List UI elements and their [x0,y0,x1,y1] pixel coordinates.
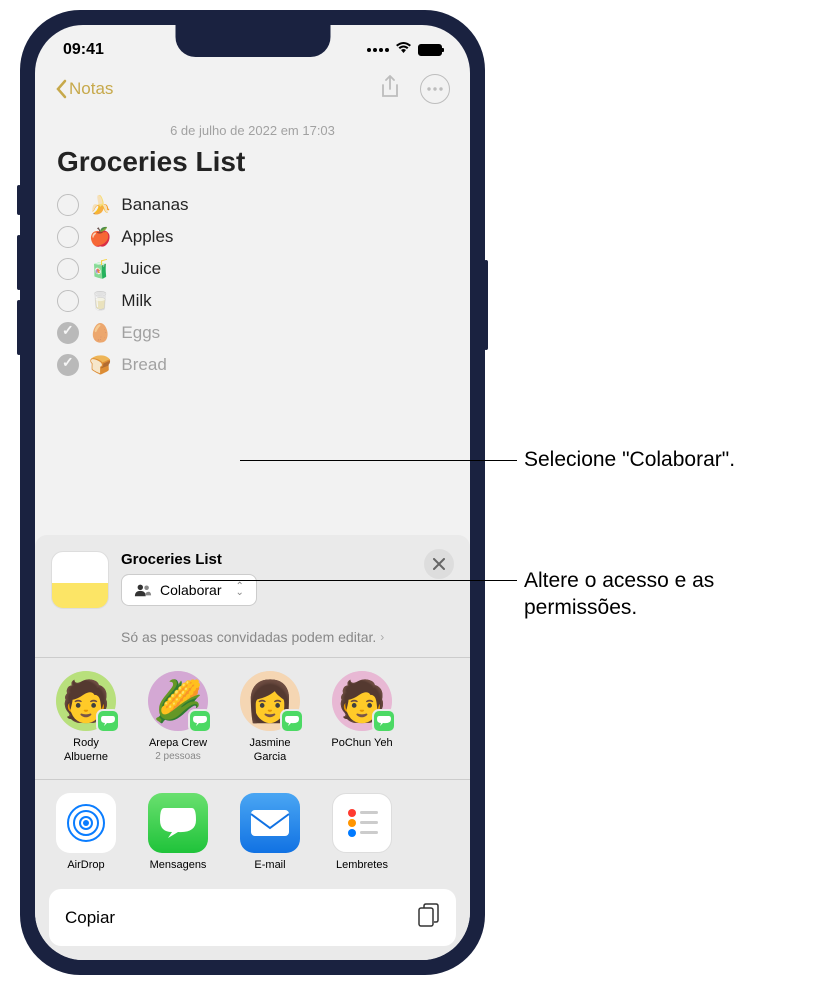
airdrop-icon [56,793,116,853]
app-label: AirDrop [67,859,104,871]
note-body: 6 de julho de 2022 em 17:03 Groceries Li… [35,111,470,394]
copy-icon [418,903,440,932]
callout-line [240,460,285,461]
people-row: 🧑 Rody Albuerne 🌽 Arepa Crew 2 pessoas 👩… [35,657,470,779]
contact-name: Rody Albuerne [51,737,121,765]
mail-icon [240,793,300,853]
wifi-icon [395,41,412,59]
item-text: Apples [121,227,173,247]
messages-badge-icon [96,709,120,733]
item-text: Bread [121,355,166,375]
checkbox[interactable] [57,258,79,280]
close-button[interactable] [424,549,454,579]
phone-frame: 09:41 Notas [20,10,485,975]
contact-name: PoChun Yeh [331,737,392,751]
chevron-right-icon: › [380,630,384,644]
power-button[interactable] [484,260,488,350]
callout-line [200,580,517,581]
note-date: 6 de julho de 2022 em 17:03 [57,123,448,138]
messages-badge-icon [188,709,212,733]
share-sheet: Groceries List Colaborar ⌃⌄ Só as pessoa… [35,535,470,961]
callout-collaborate: Selecione "Colaborar". [524,446,735,473]
item-emoji: 🍌 [89,195,111,216]
item-text: Bananas [121,195,188,215]
chevron-left-icon [55,79,67,99]
collaborate-selector[interactable]: Colaborar ⌃⌄ [121,574,257,606]
messages-icon [148,793,208,853]
item-emoji: 🥚 [89,323,111,344]
access-permissions-link[interactable]: Só as pessoas convidadas podem editar. › [35,621,470,657]
messages-badge-icon [280,709,304,733]
chevron-updown-icon: ⌃⌄ [235,584,243,596]
contact-sub: 2 pessoas [155,751,201,762]
screen: 09:41 Notas [35,25,470,960]
reminders-icon [332,793,392,853]
checkbox[interactable] [57,226,79,248]
share-app-mail[interactable]: E-mail [235,793,305,871]
notch [175,25,330,57]
checklist-item[interactable]: 🥚 Eggs [57,322,448,344]
share-contact[interactable]: 🌽 Arepa Crew 2 pessoas [143,671,213,765]
app-label: E-mail [254,859,285,871]
avatar: 🧑 [56,671,116,731]
item-emoji: 🍎 [89,227,111,248]
avatar: 🌽 [148,671,208,731]
share-title: Groceries List [121,551,454,568]
contact-name: Arepa Crew [149,737,207,751]
checklist-item[interactable]: 🍎 Apples [57,226,448,248]
share-contact[interactable]: 🧑 Rody Albuerne [51,671,121,765]
share-contact[interactable]: 👩 Jasmine Garcia [235,671,305,765]
item-emoji: 🍞 [89,355,111,376]
volume-up[interactable] [17,235,21,290]
item-text: Milk [121,291,151,311]
share-app-reminders[interactable]: Lembretes [327,793,397,871]
back-button[interactable]: Notas [55,79,113,99]
close-icon [433,558,445,570]
item-text: Eggs [121,323,160,343]
checkbox[interactable] [57,322,79,344]
collab-label: Colaborar [160,582,221,598]
note-title: Groceries List [57,146,448,178]
apps-row: AirDrop Mensagens E-mail Lembretes [35,779,470,889]
item-emoji: 🧃 [89,259,111,280]
battery-icon [418,44,442,56]
checklist-item[interactable]: 🥛 Milk [57,290,448,312]
checklist-item[interactable]: 🍌 Bananas [57,194,448,216]
checklist-item[interactable]: 🍞 Bread [57,354,448,376]
notes-app-icon [51,551,109,609]
app-label: Lembretes [336,859,388,871]
signal-icon [367,48,389,52]
back-label: Notas [69,79,113,99]
messages-badge-icon [372,709,396,733]
item-emoji: 🥛 [89,291,111,312]
notes-nav-bar: Notas [35,67,470,111]
app-label: Mensagens [150,859,207,871]
mute-switch[interactable] [17,185,21,215]
checklist-item[interactable]: 🧃 Juice [57,258,448,280]
callout-access: Altere o acesso e as permissões. [524,567,819,622]
avatar: 👩 [240,671,300,731]
more-icon[interactable] [420,74,450,104]
copy-action[interactable]: Copiar [49,889,456,946]
share-icon[interactable] [380,75,400,104]
contact-name: Jasmine Garcia [235,737,305,765]
people-icon [134,583,152,597]
copy-label: Copiar [65,908,115,928]
checkbox[interactable] [57,194,79,216]
status-time: 09:41 [63,41,104,59]
checkbox[interactable] [57,290,79,312]
share-app-messages[interactable]: Mensagens [143,793,213,871]
callout-line [285,460,517,461]
volume-down[interactable] [17,300,21,355]
checkbox[interactable] [57,354,79,376]
share-app-airdrop[interactable]: AirDrop [51,793,121,871]
avatar: 🧑 [332,671,392,731]
item-text: Juice [121,259,161,279]
share-contact[interactable]: 🧑 PoChun Yeh [327,671,397,765]
